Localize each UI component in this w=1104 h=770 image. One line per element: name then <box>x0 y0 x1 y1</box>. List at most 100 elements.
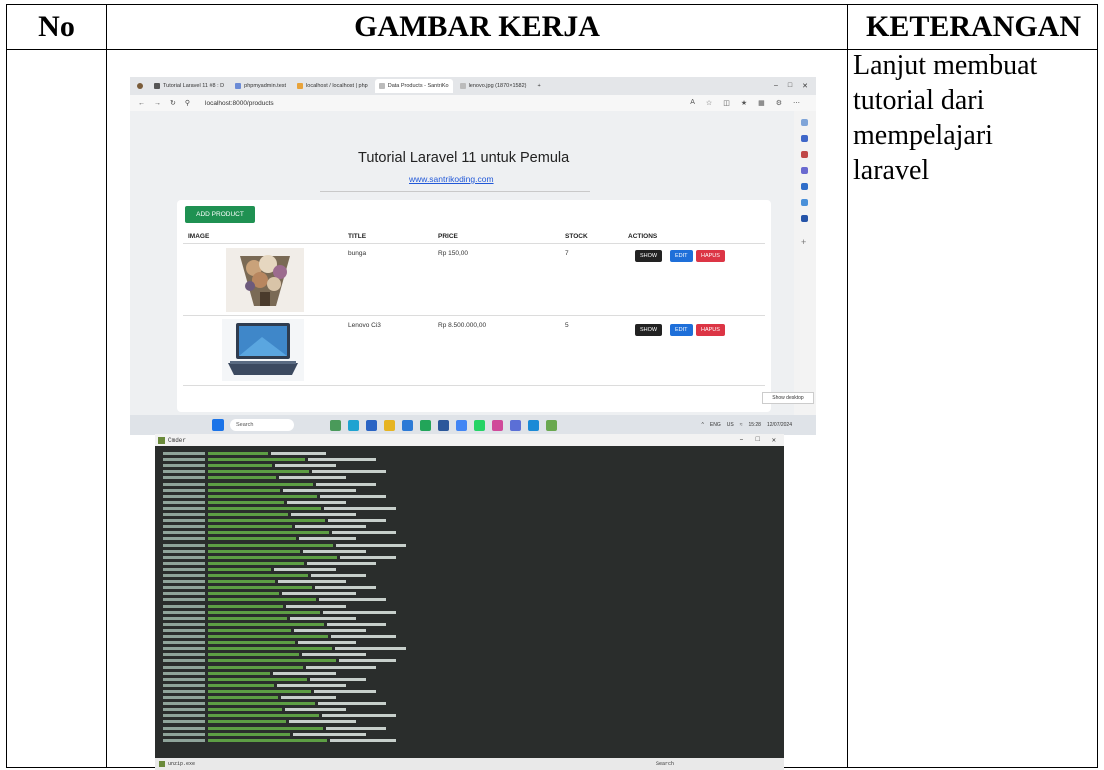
window-controls: – □ ✕ <box>774 82 816 90</box>
whatsapp-icon[interactable] <box>474 419 485 431</box>
minimize-icon[interactable]: – <box>739 436 743 445</box>
clock-date[interactable]: 12/07/2024 <box>767 422 792 428</box>
keterangan-line: Lanjut membuat <box>853 50 1038 81</box>
word-icon[interactable] <box>801 215 808 222</box>
mail-icon[interactable] <box>366 419 377 431</box>
games-icon[interactable] <box>801 199 808 206</box>
excel-icon[interactable] <box>420 419 431 431</box>
app-icon[interactable] <box>528 419 539 431</box>
chevron-up-icon[interactable]: ^ <box>702 422 704 428</box>
tab-label: localhost / localhost | php <box>306 83 368 89</box>
close-icon[interactable]: ✕ <box>802 82 808 90</box>
outlook-icon[interactable] <box>801 183 808 190</box>
reload-icon[interactable]: ↻ <box>170 99 176 107</box>
cmder-icon <box>159 761 165 767</box>
browser-screenshot: Tutorial Laravel 11 #8 : D phpmyadmin.te… <box>130 77 816 435</box>
minimize-icon[interactable]: – <box>774 82 778 90</box>
close-icon[interactable]: ✕ <box>772 436 776 445</box>
site-link[interactable]: www.santrikoding.com <box>409 174 494 184</box>
show-desktop-tooltip: Show desktop <box>762 392 814 404</box>
column-header-title: TITLE <box>348 233 367 240</box>
clock-time[interactable]: 15:28 <box>748 422 761 428</box>
terminal-statusbar: unzip.exe Search <box>155 758 784 770</box>
read-aloud-icon[interactable]: A <box>690 99 695 107</box>
word-icon[interactable] <box>438 419 449 431</box>
browser-tab[interactable]: lenovo.jpg (1870×1582) <box>456 79 531 93</box>
vscode-icon[interactable] <box>402 419 413 431</box>
edge-icon[interactable] <box>348 419 359 431</box>
start-icon[interactable] <box>212 419 224 431</box>
show-button[interactable]: SHOW <box>635 250 663 262</box>
github-icon <box>154 83 160 89</box>
show-button[interactable]: SHOW <box>635 324 663 336</box>
profile-avatar[interactable] <box>133 79 147 93</box>
product-title: bunga <box>348 250 367 257</box>
browser-tab[interactable]: localhost / localhost | php <box>293 79 372 93</box>
briefcase-icon[interactable] <box>801 151 808 158</box>
restore-icon[interactable]: □ <box>788 82 792 90</box>
explorer-icon[interactable] <box>384 419 395 431</box>
header-keterangan: KETERANGAN <box>865 10 1082 43</box>
edit-button[interactable]: EDIT <box>670 250 693 262</box>
keterangan-line: laravel <box>853 155 930 186</box>
table-divider <box>183 315 765 316</box>
forward-icon[interactable]: → <box>154 100 161 107</box>
restore-icon[interactable]: □ <box>756 436 760 445</box>
taskbar-search[interactable]: Search <box>230 419 294 431</box>
delete-button[interactable]: HAPUS <box>696 324 725 336</box>
delete-button[interactable]: HAPUS <box>696 250 725 262</box>
new-tab-button[interactable]: + <box>534 79 545 93</box>
back-icon[interactable]: ← <box>138 100 145 107</box>
product-price: Rp 150,00 <box>438 250 468 257</box>
products-page: Tutorial Laravel 11 untuk Pemula www.san… <box>130 111 794 415</box>
phpmyadmin-icon <box>297 83 304 89</box>
edge-sidebar: + <box>794 111 816 415</box>
page-icon <box>378 83 385 89</box>
cmder-icon[interactable] <box>546 419 557 431</box>
image-icon <box>459 83 466 89</box>
browser-toolbar: A ☆ ◫ ★ ▦ ⚙ ⋯ <box>690 99 816 107</box>
search-icon[interactable]: ⚲ <box>185 99 190 107</box>
tab-label: Data Products - SantriKo <box>387 83 449 89</box>
terminal-tab-label[interactable]: unzip.exe <box>168 761 195 767</box>
terminal-window-controls: – □ ✕ <box>739 436 784 445</box>
terminal-screenshot: Cmder – □ ✕ unzip.exe Search <box>155 434 784 770</box>
header-no: No <box>38 10 75 43</box>
favorite-icon[interactable]: ☆ <box>706 99 712 107</box>
split-screen-icon[interactable]: ◫ <box>723 99 730 107</box>
browser-tab[interactable]: Tutorial Laravel 11 #8 : D <box>150 79 228 93</box>
column-header-actions: ACTIONS <box>628 233 658 240</box>
tag-icon[interactable] <box>801 135 808 142</box>
people-icon[interactable] <box>801 167 808 174</box>
keterangan-line: mempelajari <box>853 120 993 151</box>
wifi-icon[interactable]: ≈ <box>740 422 743 428</box>
add-icon[interactable]: + <box>801 238 808 247</box>
add-product-button[interactable]: ADD PRODUCT <box>185 206 255 223</box>
edit-button[interactable]: EDIT <box>670 324 693 336</box>
avatar-icon <box>137 83 143 89</box>
table-divider <box>183 243 765 244</box>
app-icon[interactable] <box>510 419 521 431</box>
browser-tab-active[interactable]: Data Products - SantriKo <box>374 79 453 93</box>
extensions-icon[interactable]: ⚙ <box>776 99 782 107</box>
browser-tab[interactable]: phpmyadmin.test <box>231 79 290 93</box>
tray-lang[interactable]: ENG <box>710 422 721 428</box>
keterangan-line: tutorial dari <box>853 85 985 116</box>
more-icon[interactable]: ⋯ <box>793 99 800 107</box>
search-icon[interactable] <box>801 119 808 126</box>
url-input[interactable]: localhost:8000/products <box>205 100 274 107</box>
widgets-icon[interactable] <box>330 419 341 431</box>
collections-icon[interactable]: ▦ <box>758 99 765 107</box>
terminal-output <box>155 446 784 758</box>
store-icon[interactable] <box>492 419 503 431</box>
php-icon <box>235 83 242 89</box>
chrome-icon[interactable] <box>456 419 467 431</box>
table-divider <box>183 385 765 386</box>
system-tray: ^ ENG US ≈ 15:28 12/07/2024 <box>702 422 816 428</box>
terminal-search[interactable]: Search <box>656 761 674 767</box>
column-header-image: IMAGE <box>188 233 210 240</box>
product-title: Lenovo Ci3 <box>348 322 381 329</box>
column-divider-2 <box>847 5 848 767</box>
favorites-icon[interactable]: ★ <box>741 99 747 107</box>
product-stock: 5 <box>565 322 569 329</box>
